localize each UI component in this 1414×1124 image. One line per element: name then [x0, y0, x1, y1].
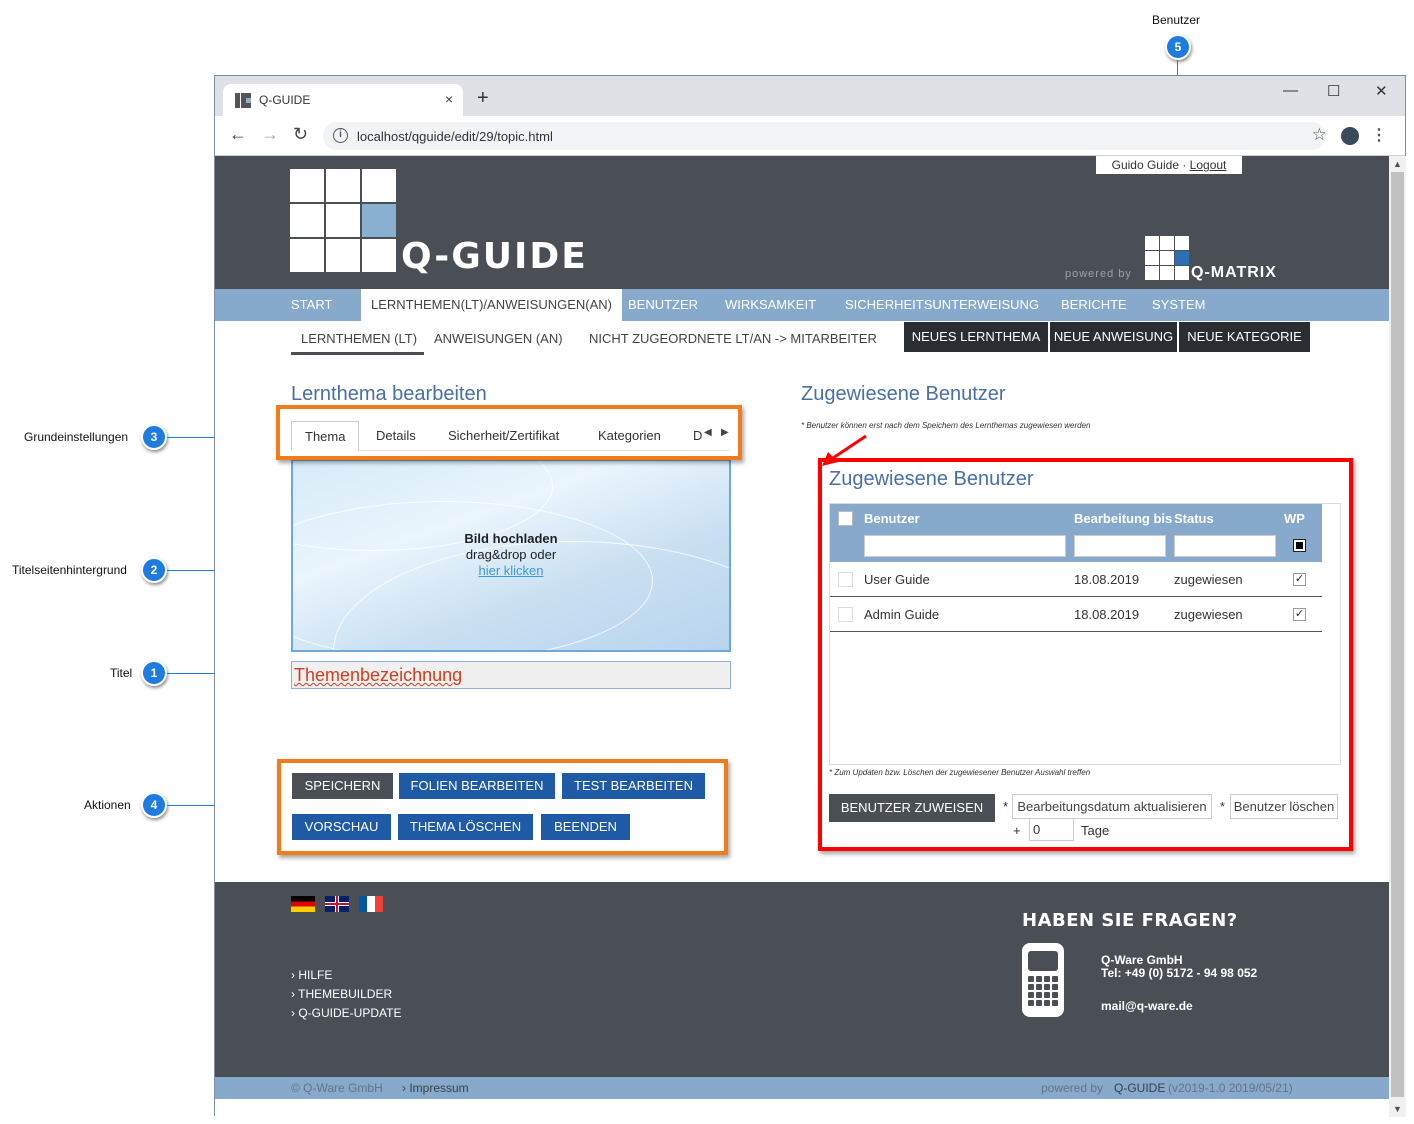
users-note-top: * Benutzer können erst nach dem Speicher… — [801, 421, 1091, 430]
new-topic-button[interactable]: NEUES LERNTHEMA — [904, 322, 1048, 352]
red-arrow-icon — [822, 434, 867, 466]
highlight-box-aktionen — [277, 759, 728, 855]
impressum-link[interactable]: › Impressum — [402, 1081, 469, 1095]
callout-badge-4: 4 — [141, 792, 167, 818]
q-guide-logo-icon — [290, 169, 398, 273]
vertical-scrollbar[interactable]: ▲ ▼ — [1389, 156, 1406, 1117]
user-box: Guido Guide · Logout — [1096, 156, 1242, 174]
new-category-button[interactable]: NEUE KATEGORIE — [1179, 322, 1310, 352]
powered-by-label: powered by — [1041, 1081, 1104, 1095]
powered-by-brand: Q-GUIDE — [1114, 1081, 1166, 1095]
upload-title: Bild hochladen — [464, 531, 558, 546]
maximize-button[interactable]: ☐ — [1327, 82, 1340, 100]
phone-icon — [1022, 943, 1064, 1017]
tab-strip: Q-GUIDE × + — ☐ ✕ — [215, 76, 1405, 116]
copyright-text: © Q-Ware GmbH — [291, 1081, 383, 1095]
logo-text: Q-GUIDE — [401, 236, 588, 277]
tab-title: Q-GUIDE — [259, 93, 311, 107]
main-nav: START LERNTHEMEN(LT)/ANWEISUNGEN(AN) BEN… — [215, 289, 1389, 321]
reload-icon[interactable]: ↻ — [293, 124, 308, 145]
nav-item-berichte[interactable]: BERICHTE — [1061, 289, 1127, 321]
browser-toolbar: ← → ↻ i localhost/qguide/edit/29/topic.h… — [215, 116, 1405, 156]
subnav-anweisungen[interactable]: ANWEISUNGEN (AN) — [434, 331, 563, 346]
minimize-button[interactable]: — — [1283, 82, 1298, 99]
topic-title-input[interactable]: Themenbezeichnung — [291, 661, 731, 689]
faq-heading: HABEN SIE FRAGEN? — [1022, 910, 1238, 931]
flag-uk-icon[interactable] — [325, 896, 349, 912]
address-bar[interactable]: i localhost/qguide/edit/29/topic.html — [323, 122, 1326, 150]
profile-globe-icon[interactable] — [1341, 127, 1359, 145]
users-section-title: Zugewiesene Benutzer — [801, 383, 1006, 405]
scrollbar-thumb[interactable] — [1391, 172, 1404, 1097]
powered-by-text: powered by — [1065, 268, 1132, 280]
nav-item-lernthemen[interactable]: LERNTHEMEN(LT)/ANWEISUNGEN(AN) — [361, 289, 622, 321]
company-tel: Tel: +49 (0) 5172 - 94 98 052 — [1101, 966, 1258, 980]
q-matrix-logo-icon — [1145, 236, 1190, 280]
footer-link-hilfe[interactable]: › HILFE — [291, 968, 332, 982]
bottom-bar: © Q-Ware GmbH › Impressum powered by Q-G… — [215, 1077, 1389, 1099]
company-name: Q-Ware GmbH — [1101, 953, 1183, 967]
user-separator: · — [1179, 158, 1190, 172]
q-matrix-text: Q-MATRIX — [1191, 264, 1277, 281]
site-info-icon[interactable]: i — [333, 128, 348, 143]
subnav-active-underline — [291, 352, 424, 355]
scroll-up-icon[interactable]: ▲ — [1393, 159, 1402, 169]
nav-item-wirksamkeit[interactable]: WIRKSAMKEIT — [725, 289, 816, 321]
page-header: Guido Guide · Logout Q-GUIDE powered by … — [215, 156, 1389, 289]
callout-badge-2: 2 — [141, 557, 167, 583]
company-mail[interactable]: mail@q-ware.de — [1101, 999, 1193, 1013]
subnav-nicht-zugeordnete[interactable]: NICHT ZUGEORDNETE LT/AN -> MITARBEITER — [589, 331, 877, 346]
bookmark-star-icon[interactable]: ☆ — [1312, 125, 1327, 145]
flag-de-icon[interactable] — [291, 896, 315, 912]
forward-arrow-icon[interactable]: → — [261, 124, 279, 145]
nav-item-start[interactable]: START — [291, 289, 332, 321]
tab-close-icon[interactable]: × — [445, 91, 453, 107]
nav-item-benutzer[interactable]: BENUTZER — [628, 289, 698, 321]
highlight-box-benutzer — [818, 458, 1353, 851]
callout-label-titel: Titel — [110, 666, 133, 680]
logout-link[interactable]: Logout — [1190, 158, 1227, 172]
callout-badge-3: 3 — [141, 424, 167, 450]
callout-label-grundeinstellungen: Grundeinstellungen — [24, 430, 129, 444]
flag-fr-icon[interactable] — [359, 896, 383, 912]
footer-link-update[interactable]: › Q-GUIDE-UPDATE — [291, 1006, 401, 1020]
callout-badge-5: 5 — [1165, 34, 1191, 60]
footer-link-themebuilder[interactable]: › THEMEBUILDER — [291, 987, 392, 1001]
callout-label-benutzer: Benutzer — [1152, 13, 1201, 27]
new-instruction-button[interactable]: NEUE ANWEISUNG — [1050, 322, 1177, 352]
window-close-button[interactable]: ✕ — [1375, 82, 1388, 100]
user-name: Guido Guide — [1111, 158, 1179, 172]
back-arrow-icon[interactable]: ← — [229, 124, 247, 145]
q-guide-favicon-icon — [235, 93, 251, 108]
version-text: (v2019-1.0 2019/05/21) — [1168, 1081, 1293, 1095]
nav-item-sicherheitsunterweisung[interactable]: SICHERHEITSUNTERWEISUNG — [845, 289, 1039, 321]
callout-label-aktionen: Aktionen — [84, 798, 131, 812]
scroll-down-icon[interactable]: ▼ — [1393, 1104, 1402, 1114]
background-image-upload[interactable]: Bild hochladen drag&drop oder hier klick… — [291, 459, 731, 652]
browser-tab[interactable]: Q-GUIDE × — [223, 84, 463, 116]
url-text: localhost/qguide/edit/29/topic.html — [357, 129, 553, 144]
callout-badge-1: 1 — [141, 660, 167, 686]
page-footer: › HILFE › THEMEBUILDER › Q-GUIDE-UPDATE … — [215, 882, 1389, 1077]
nav-item-system[interactable]: SYSTEM — [1152, 289, 1205, 321]
browser-menu-icon[interactable]: ⋮ — [1371, 125, 1387, 145]
upload-subtitle: drag&drop oder — [465, 547, 557, 562]
callout-label-titelseitenhintergrund: Titelseitenhintergrund — [12, 563, 127, 577]
subnav-lernthemen[interactable]: LERNTHEMEN (LT) — [301, 331, 417, 346]
upload-link[interactable]: hier klicken — [478, 563, 543, 578]
editor-title: Lernthema bearbeiten — [291, 383, 487, 405]
new-tab-button[interactable]: + — [477, 88, 489, 108]
highlight-box-grundeinstellungen — [276, 405, 742, 460]
